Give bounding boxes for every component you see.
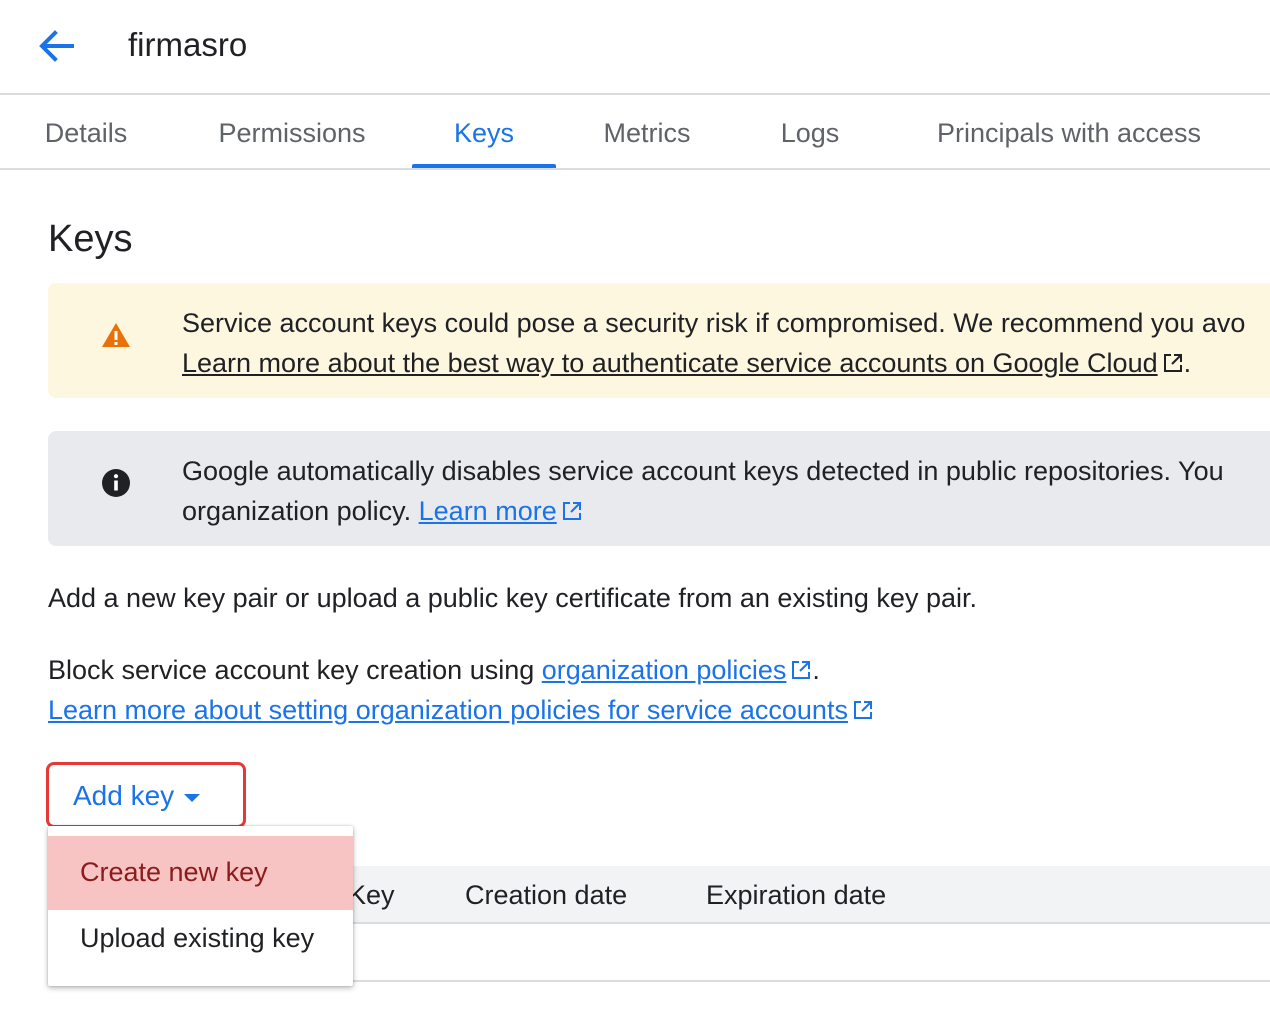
authenticate-learn-more-link[interactable]: Learn more about the best way to authent… — [182, 348, 1158, 378]
external-link-icon — [562, 502, 581, 520]
warning-link-suffix: . — [1183, 348, 1192, 378]
add-key-highlight: Add key — [46, 762, 246, 828]
policy-suffix: . — [812, 655, 820, 685]
add-key-label: Add key — [73, 780, 175, 811]
menu-item-upload-existing-key[interactable]: Upload existing key — [48, 910, 353, 966]
add-key-menu: Create new key Upload existing key — [48, 826, 353, 986]
info-text-line1: Google automatically disables service ac… — [182, 456, 1224, 486]
tab-logs[interactable]: Logs — [760, 97, 860, 168]
info-text-line2: organization policy. — [182, 496, 419, 526]
column-header-expiration-date[interactable]: Expiration date — [706, 866, 886, 924]
tab-details[interactable]: Details — [20, 97, 152, 168]
info-text-block: Google automatically disables service ac… — [182, 451, 1224, 531]
back-button[interactable] — [34, 26, 78, 66]
page-title: Keys — [48, 218, 133, 260]
warning-banner: Service account keys could pose a securi… — [48, 283, 1270, 398]
menu-item-create-new-key[interactable]: Create new key — [48, 836, 353, 910]
info-banner: Google automatically disables service ac… — [48, 431, 1270, 546]
tab-metrics[interactable]: Metrics — [580, 97, 714, 168]
org-policies-service-accounts-link[interactable]: Learn more about setting organization po… — [48, 695, 848, 725]
page-header: firmasro — [0, 0, 1270, 95]
external-link-icon — [853, 701, 872, 719]
keys-description: Add a new key pair or upload a public ke… — [48, 583, 977, 613]
tab-principals-with-access[interactable]: Principals with access — [906, 97, 1232, 168]
arrow-back-icon — [39, 30, 74, 62]
service-account-title: firmasro — [128, 26, 248, 63]
warning-text: Service account keys could pose a securi… — [182, 308, 1246, 338]
organization-policies-link[interactable]: organization policies — [542, 655, 787, 685]
external-link-icon — [792, 661, 811, 679]
external-link-icon — [1163, 354, 1182, 372]
warning-text-block: Service account keys could pose a securi… — [182, 303, 1245, 383]
column-header-key[interactable]: Key — [348, 866, 395, 924]
warning-icon — [102, 323, 130, 347]
dropdown-arrow-icon — [184, 793, 201, 802]
policy-prefix: Block service account key creation using — [48, 655, 542, 685]
info-icon — [102, 469, 130, 497]
tab-permissions[interactable]: Permissions — [196, 97, 388, 168]
add-key-button[interactable]: Add key — [73, 765, 201, 825]
tab-bar: Details Permissions Keys Metrics Logs Pr… — [0, 97, 1270, 170]
policy-paragraph: Block service account key creation using… — [48, 650, 874, 730]
info-learn-more-link[interactable]: Learn more — [419, 496, 557, 526]
tab-keys[interactable]: Keys — [412, 97, 556, 168]
column-header-creation-date[interactable]: Creation date — [465, 866, 627, 924]
